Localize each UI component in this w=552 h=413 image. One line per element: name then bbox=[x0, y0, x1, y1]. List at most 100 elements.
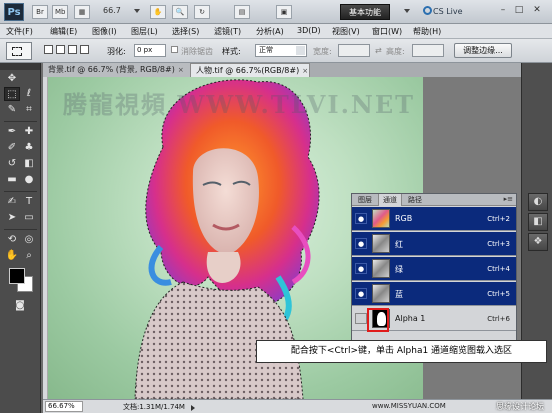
workspace-dropdown-icon[interactable] bbox=[404, 9, 410, 13]
healing-tool-icon[interactable]: ✚ bbox=[21, 125, 37, 139]
layers-icon[interactable]: ❖ bbox=[528, 233, 548, 251]
zoom-input[interactable]: 66.67% bbox=[45, 401, 83, 412]
channel-row-red[interactable]: ● 红 Ctrl+3 bbox=[352, 232, 516, 256]
status-menu-icon[interactable] bbox=[191, 405, 195, 411]
add-selection-icon[interactable] bbox=[56, 45, 65, 54]
eye-icon[interactable] bbox=[355, 313, 367, 324]
adjustments-icon[interactable]: ◐ bbox=[528, 193, 548, 211]
options-bar: 羽化: 0 px 消除锯齿 样式: 正常 宽度: ⇄ 高度: 调整边缘... bbox=[0, 39, 552, 63]
eye-icon[interactable]: ● bbox=[355, 263, 367, 274]
path-select-tool-icon[interactable]: ➤ bbox=[4, 211, 20, 225]
height-label: 高度: bbox=[386, 47, 405, 56]
menu-layer[interactable]: 图层(L) bbox=[131, 26, 158, 37]
eye-icon[interactable]: ● bbox=[355, 288, 367, 299]
tab-layers[interactable]: 图层 bbox=[354, 194, 376, 206]
feather-input[interactable]: 0 px bbox=[134, 44, 166, 57]
document-tab-portrait[interactable]: 人物.tif @ 66.7%(RGB/8#) × bbox=[190, 63, 310, 77]
channel-name: RGB bbox=[395, 214, 413, 223]
tool-preset-picker[interactable] bbox=[6, 42, 32, 60]
intersect-selection-icon[interactable] bbox=[80, 45, 89, 54]
menu-view[interactable]: 视图(V) bbox=[332, 26, 360, 37]
channel-name: 红 bbox=[395, 240, 403, 249]
close-tab-icon[interactable]: × bbox=[178, 66, 184, 74]
minibridge-button[interactable]: Mb bbox=[52, 5, 68, 19]
extras-icon[interactable]: ▦ bbox=[74, 5, 90, 19]
minimize-icon[interactable]: – bbox=[496, 4, 510, 18]
menu-file[interactable]: 文件(F) bbox=[6, 26, 33, 37]
subtract-selection-icon[interactable] bbox=[68, 45, 77, 54]
document-tab-portrait-label: 人物.tif @ 66.7%(RGB/8#) bbox=[196, 66, 300, 75]
menu-filter[interactable]: 滤镜(T) bbox=[214, 26, 241, 37]
rect-marquee-icon bbox=[12, 47, 22, 56]
3d-rotate-tool-icon[interactable]: ⟲ bbox=[4, 233, 20, 247]
zoom-dropdown-icon[interactable] bbox=[134, 9, 140, 13]
workspace-button[interactable]: 基本功能 bbox=[340, 4, 390, 20]
blur-tool-icon[interactable]: ● bbox=[21, 173, 37, 187]
hand-icon[interactable]: ✋ bbox=[150, 5, 166, 19]
masks-icon[interactable]: ◧ bbox=[528, 213, 548, 231]
maximize-icon[interactable]: □ bbox=[512, 4, 526, 18]
channel-row-rgb[interactable]: ● RGB Ctrl+2 bbox=[352, 207, 516, 231]
gradient-tool-icon[interactable]: ▬ bbox=[4, 173, 20, 187]
channel-row-blue[interactable]: ● 蓝 Ctrl+5 bbox=[352, 282, 516, 306]
foreground-color-swatch[interactable] bbox=[9, 268, 25, 284]
tab-channels[interactable]: 通道 bbox=[378, 194, 402, 206]
quick-select-tool-icon[interactable]: ✎ bbox=[4, 103, 20, 117]
channel-thumbnail[interactable] bbox=[372, 259, 390, 278]
swap-icon[interactable]: ⇄ bbox=[375, 46, 382, 55]
height-input[interactable] bbox=[412, 44, 444, 57]
channel-row-green[interactable]: ● 绿 Ctrl+4 bbox=[352, 257, 516, 281]
channel-thumbnail[interactable] bbox=[372, 234, 390, 253]
menu-3d[interactable]: 3D(D) bbox=[297, 26, 321, 35]
eye-icon[interactable]: ● bbox=[355, 238, 367, 249]
cs-live-button[interactable]: CS Live bbox=[423, 6, 463, 16]
menu-analysis[interactable]: 分析(A) bbox=[256, 26, 284, 37]
channel-shortcut: Ctrl+3 bbox=[487, 240, 510, 248]
zoom-tool-icon[interactable]: 🔍 bbox=[172, 5, 188, 19]
move-tool-icon[interactable]: ✥ bbox=[4, 72, 20, 86]
site-credit: 思缘设计论坛 bbox=[496, 402, 544, 411]
close-icon[interactable]: ✕ bbox=[530, 4, 544, 18]
menu-bar: 文件(F) 编辑(E) 图像(I) 图层(L) 选择(S) 滤镜(T) 分析(A… bbox=[0, 24, 552, 39]
crop-tool-icon[interactable]: ⌗ bbox=[21, 103, 37, 117]
marquee-tool-icon[interactable]: ⬚ bbox=[4, 87, 20, 101]
lasso-tool-icon[interactable]: ℓ bbox=[21, 87, 37, 101]
new-selection-icon[interactable] bbox=[44, 45, 53, 54]
antialias-checkbox[interactable] bbox=[171, 46, 178, 53]
width-input[interactable] bbox=[338, 44, 370, 57]
tab-paths[interactable]: 路径 bbox=[404, 194, 426, 206]
eyedropper-tool-icon[interactable]: ✒ bbox=[4, 125, 20, 139]
bridge-button[interactable]: Br bbox=[32, 5, 48, 19]
hand-tool-icon[interactable]: ✋ bbox=[4, 249, 20, 263]
menu-help[interactable]: 帮助(H) bbox=[413, 26, 441, 37]
stamp-tool-icon[interactable]: ♣ bbox=[21, 141, 37, 155]
zoom-level[interactable]: 66.7 bbox=[103, 6, 133, 15]
style-select[interactable]: 正常 bbox=[255, 44, 307, 57]
channel-thumbnail[interactable] bbox=[372, 284, 390, 303]
pen-tool-icon[interactable]: ✍ bbox=[4, 195, 20, 209]
zoom-tool-icon[interactable]: ⌕ bbox=[21, 249, 37, 263]
channel-thumbnail[interactable] bbox=[372, 209, 390, 228]
3d-camera-tool-icon[interactable]: ◎ bbox=[21, 233, 37, 247]
history-brush-icon[interactable]: ↺ bbox=[4, 157, 20, 171]
panel-menu-icon[interactable]: ▸≡ bbox=[504, 195, 513, 203]
arrange-documents-icon[interactable]: ▤ bbox=[234, 5, 250, 19]
quick-mask-icon[interactable]: ◙ bbox=[12, 299, 28, 313]
document-tab-background[interactable]: 背景.tif @ 66.7% (背景, RGB/8#) × bbox=[43, 63, 193, 77]
shape-tool-icon[interactable]: ▭ bbox=[21, 211, 37, 225]
menu-window[interactable]: 窗口(W) bbox=[372, 26, 402, 37]
refine-edge-button[interactable]: 调整边缘... bbox=[454, 43, 512, 58]
screen-mode-icon[interactable]: ▣ bbox=[276, 5, 292, 19]
close-tab-icon[interactable]: × bbox=[302, 67, 308, 75]
type-tool-icon[interactable]: T bbox=[21, 195, 37, 209]
watermark: 腾龍視頻 WWW.TLVI.NET bbox=[63, 90, 416, 119]
toolbox-header[interactable] bbox=[0, 63, 40, 70]
channel-name: 蓝 bbox=[395, 290, 403, 299]
menu-image[interactable]: 图像(I) bbox=[92, 26, 117, 37]
eye-icon[interactable]: ● bbox=[355, 213, 367, 224]
brush-tool-icon[interactable]: ✐ bbox=[4, 141, 20, 155]
menu-edit[interactable]: 编辑(E) bbox=[50, 26, 77, 37]
menu-select[interactable]: 选择(S) bbox=[172, 26, 199, 37]
eraser-tool-icon[interactable]: ◧ bbox=[21, 157, 37, 171]
rotate-view-icon[interactable]: ↻ bbox=[194, 5, 210, 19]
